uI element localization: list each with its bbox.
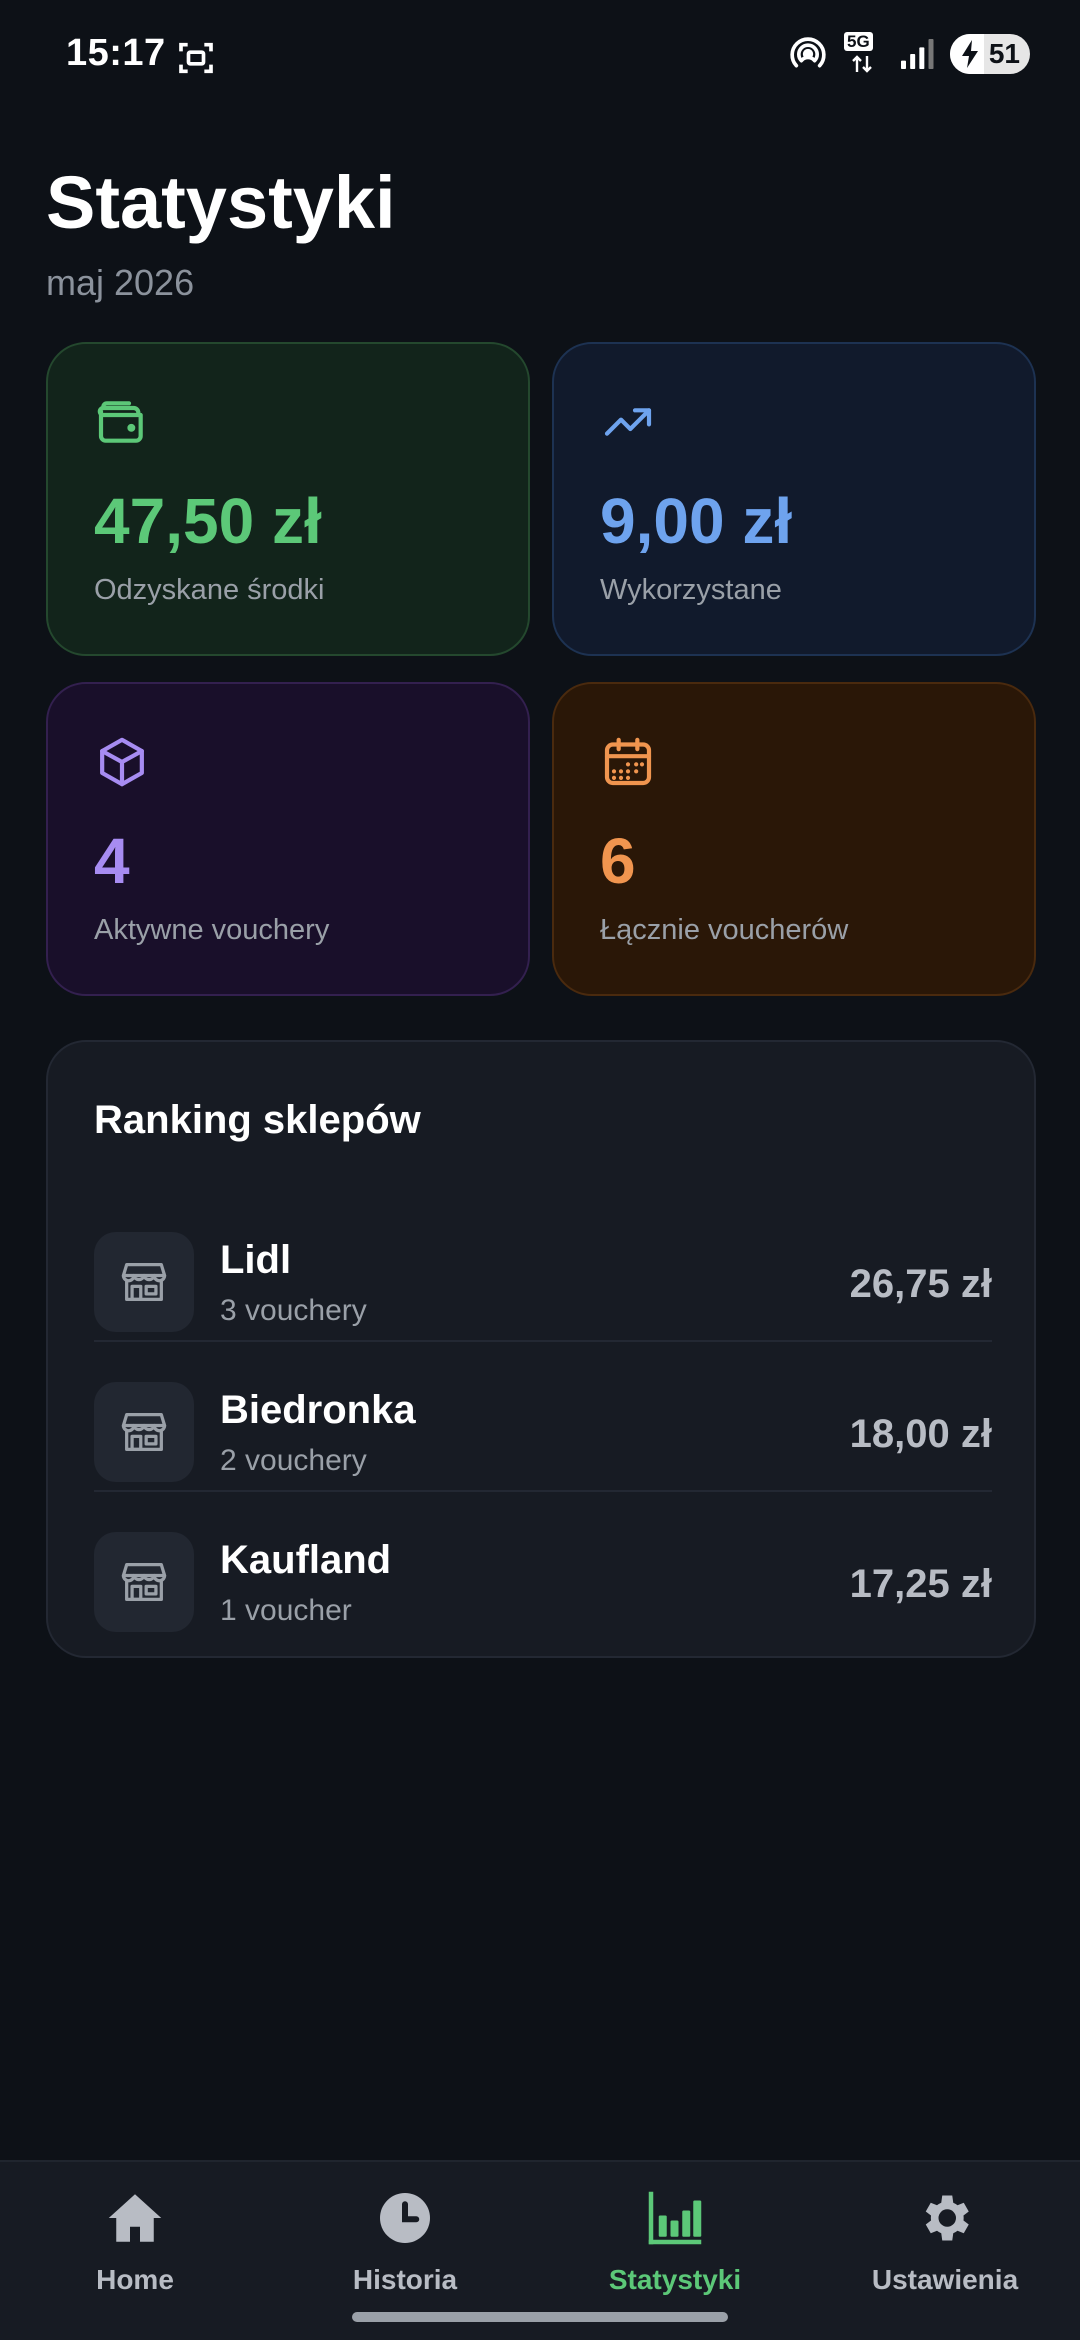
home-icon xyxy=(108,2194,162,2242)
store-amount: 26,75 zł xyxy=(849,1262,992,1306)
store-voucher-count: 1 voucher xyxy=(220,1594,352,1627)
calendar-icon xyxy=(604,737,652,786)
store-name: Kaufland xyxy=(220,1538,392,1582)
ranking-title: Ranking sklepów xyxy=(94,1098,421,1142)
nav-label: Ustawienia xyxy=(871,2264,1019,2295)
signal-icon xyxy=(901,39,934,69)
nav-label: Historia xyxy=(352,2264,458,2295)
period-label: maj 2026 xyxy=(46,262,195,303)
nav-item-home[interactable]: Home xyxy=(0,2162,270,2340)
store-amount: 18,00 zł xyxy=(849,1412,992,1456)
active-value: 4 xyxy=(94,825,130,897)
used-value: 9,00 zł xyxy=(600,485,793,557)
network-type: 5G xyxy=(844,32,873,51)
store-voucher-count: 2 vouchery xyxy=(220,1444,367,1477)
store-row-kaufland[interactable]: Kaufland 1 voucher 17,25 zł xyxy=(94,1492,992,1642)
battery-charging-icon: 51 xyxy=(950,34,1030,74)
clock-icon xyxy=(380,2193,430,2243)
store-row-biedronka[interactable]: Biedronka 2 vouchery 18,00 zł xyxy=(94,1342,992,1492)
store-icon xyxy=(94,1232,194,1332)
home-indicator[interactable] xyxy=(352,2312,728,2322)
active-vouchers-card: 4 Aktywne vouchery xyxy=(46,682,530,996)
store-name: Biedronka xyxy=(220,1388,416,1432)
statistics-screen: 15:17 5G 51 Statystyki maj 2026 47,50 zł… xyxy=(0,0,1080,2340)
status-time: 15:17 xyxy=(66,32,166,74)
active-label: Aktywne vouchery xyxy=(94,914,330,946)
store-amount: 17,25 zł xyxy=(849,1562,992,1606)
hotspot-icon xyxy=(790,37,826,68)
store-icon xyxy=(94,1382,194,1482)
trending-up-icon xyxy=(604,408,652,436)
status-icons: 5G 51 xyxy=(788,32,1030,76)
used-card: 9,00 zł Wykorzystane xyxy=(552,342,1036,656)
nav-label: Statystyki xyxy=(608,2264,742,2295)
recovered-label: Odzyskane środki xyxy=(94,574,325,606)
bar-chart-icon xyxy=(648,2191,702,2245)
store-ranking-card: Ranking sklepów Lidl 3 vouchery 26,75 zł xyxy=(46,1040,1036,1658)
total-label: Łącznie voucherów xyxy=(600,914,849,946)
total-value: 6 xyxy=(600,825,636,897)
box-icon xyxy=(100,737,144,787)
gear-icon xyxy=(925,2195,969,2241)
wallet-icon xyxy=(97,401,143,443)
screenshot-icon xyxy=(179,42,213,74)
5g-icon: 5G xyxy=(842,32,882,76)
nav-item-settings[interactable]: Ustawienia xyxy=(810,2162,1080,2340)
used-label: Wykorzystane xyxy=(600,574,782,606)
page-title: Statystyki xyxy=(46,161,396,244)
status-bar: 15:17 5G 51 xyxy=(0,0,1080,110)
store-icon xyxy=(94,1532,194,1632)
battery-level: 51 xyxy=(988,38,1020,69)
store-name: Lidl xyxy=(220,1238,292,1282)
nav-label: Home xyxy=(96,2264,174,2295)
recovered-value: 47,50 zł xyxy=(94,485,322,557)
total-vouchers-card: 6 Łącznie voucherów xyxy=(552,682,1036,996)
store-row-lidl[interactable]: Lidl 3 vouchery 26,75 zł xyxy=(94,1192,992,1342)
recovered-funds-card: 47,50 zł Odzyskane środki xyxy=(46,342,530,656)
store-voucher-count: 3 vouchery xyxy=(220,1294,367,1327)
